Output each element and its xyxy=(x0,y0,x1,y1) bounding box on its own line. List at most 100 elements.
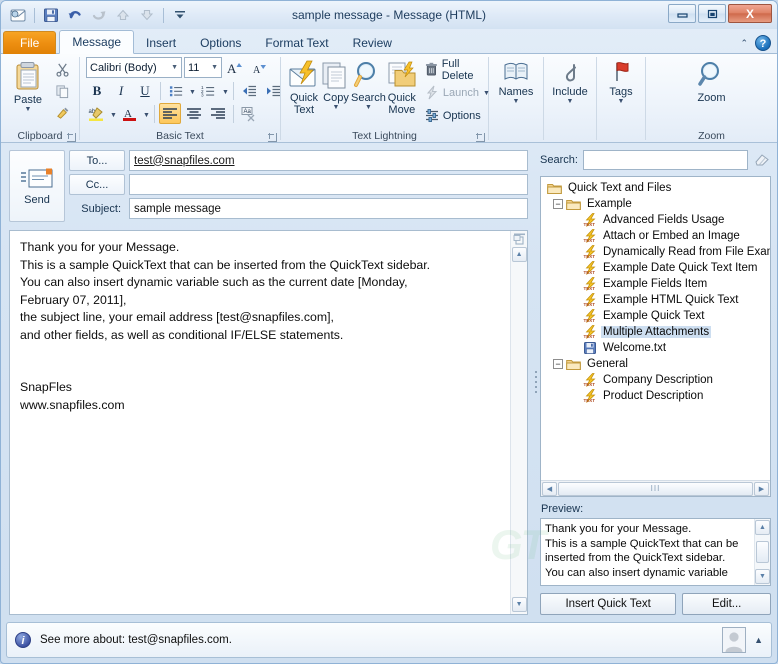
font-name-combo[interactable]: Calibri (Body) ▼ xyxy=(86,57,182,78)
chevron-up-icon[interactable]: ▲ xyxy=(754,635,763,645)
cc-input[interactable] xyxy=(129,174,529,195)
format-painter-button[interactable] xyxy=(51,103,73,124)
italic-button[interactable]: I xyxy=(110,80,132,101)
align-center-button[interactable] xyxy=(183,103,205,124)
help-icon[interactable]: ? xyxy=(755,35,771,51)
message-body-input[interactable]: Thank you for your Message. This is a sa… xyxy=(10,231,510,614)
tree-node-item[interactable]: TEXT Company Description xyxy=(545,372,770,388)
cc-button[interactable]: Cc... xyxy=(69,174,125,195)
names-button[interactable]: Names ▼ xyxy=(493,57,539,105)
tab-options[interactable]: Options xyxy=(188,31,253,54)
underline-button[interactable]: U xyxy=(134,80,156,101)
font-size-dropdown-icon[interactable]: ▼ xyxy=(207,64,218,71)
zoom-button[interactable]: Zoom xyxy=(685,57,739,104)
tree-node-item-selected[interactable]: TEXT Multiple Attachments xyxy=(545,324,770,340)
font-color-dropdown-icon[interactable]: ▼ xyxy=(143,112,150,119)
tree-node-item[interactable]: TEXT Advanced Fields Usage xyxy=(545,212,770,228)
expander-icon[interactable]: − xyxy=(553,199,563,209)
search-input[interactable] xyxy=(582,150,748,170)
bold-button[interactable]: B xyxy=(86,80,108,101)
tab-message[interactable]: Message xyxy=(59,30,135,54)
copy-button[interactable] xyxy=(51,81,73,102)
tree-horizontal-scrollbar[interactable]: ◀ III ▶ xyxy=(541,480,770,496)
bullets-dropdown-icon[interactable]: ▼ xyxy=(189,89,196,96)
tree-node-root[interactable]: Quick Text and Files xyxy=(545,180,770,196)
font-name-dropdown-icon[interactable]: ▼ xyxy=(167,64,178,71)
text-highlight-button[interactable]: ab xyxy=(86,103,108,124)
options-button[interactable]: Options xyxy=(422,105,493,126)
tags-dropdown-icon[interactable]: ▼ xyxy=(618,98,625,105)
expander-icon[interactable]: − xyxy=(553,359,563,369)
launch-button[interactable]: Launch ▼ xyxy=(422,82,493,103)
scroll-left-button[interactable]: ◀ xyxy=(542,481,557,496)
to-button[interactable]: To... xyxy=(69,150,125,171)
basic-text-dialog-launcher[interactable] xyxy=(268,133,277,142)
quicktext-tree[interactable]: snapfiles Quick Text and Files − Examp xyxy=(540,176,771,497)
outlook-icon[interactable] xyxy=(7,5,29,26)
close-button[interactable]: X xyxy=(728,4,772,23)
tree-node-item[interactable]: TEXT Product Description xyxy=(545,388,770,404)
tab-insert[interactable]: Insert xyxy=(134,31,188,54)
maximize-button[interactable] xyxy=(698,4,726,23)
eraser-icon[interactable] xyxy=(753,151,771,170)
paste-dropdown-icon[interactable]: ▼ xyxy=(25,106,32,113)
undo-icon[interactable] xyxy=(64,5,86,26)
tab-review[interactable]: Review xyxy=(341,31,404,54)
search-button[interactable]: Search ▼ xyxy=(351,57,386,111)
clipboard-dialog-launcher[interactable] xyxy=(67,133,76,142)
preview-scrollbar[interactable]: ▲ ▼ xyxy=(754,519,770,585)
preview-scroll-down-button[interactable]: ▼ xyxy=(755,569,770,584)
insert-quick-text-button[interactable]: Insert Quick Text xyxy=(540,593,677,615)
tree-node-item[interactable]: TEXT Example Date Quick Text Item xyxy=(545,260,770,276)
tree-node-item[interactable]: TEXT Attach or Embed an Image xyxy=(545,228,770,244)
tree-node-file[interactable]: Welcome.txt xyxy=(545,340,770,356)
bullets-button[interactable] xyxy=(165,80,187,101)
include-dropdown-icon[interactable]: ▼ xyxy=(567,98,574,105)
paste-button[interactable]: Paste ▼ xyxy=(5,57,51,113)
cut-button[interactable] xyxy=(51,59,73,80)
quick-move-button[interactable]: Quick Move xyxy=(386,57,418,116)
scroll-up-button[interactable]: ▲ xyxy=(511,247,527,262)
font-size-combo[interactable]: 11 ▼ xyxy=(184,57,222,78)
pane-splitter[interactable] xyxy=(532,144,540,619)
highlight-dropdown-icon[interactable]: ▼ xyxy=(110,112,117,119)
scroll-down-button[interactable]: ▼ xyxy=(511,597,527,612)
shrink-font-button[interactable]: A xyxy=(248,57,270,78)
numbering-dropdown-icon[interactable]: ▼ xyxy=(222,89,229,96)
tree-node-item[interactable]: TEXT Dynamically Read from File Exam xyxy=(545,244,770,260)
tags-button[interactable]: Tags ▼ xyxy=(601,57,641,105)
previous-item-icon[interactable] xyxy=(112,5,134,26)
redo-icon[interactable] xyxy=(88,5,110,26)
tree-node-item[interactable]: TEXT Example Fields Item xyxy=(545,276,770,292)
scroll-right-button[interactable]: ▶ xyxy=(754,481,769,496)
full-delete-button[interactable]: Full Delete xyxy=(422,58,493,82)
split-pane-icon[interactable] xyxy=(512,232,527,246)
tree-node-item[interactable]: TEXT Example HTML Quick Text xyxy=(545,292,770,308)
edit-button[interactable]: Edit... xyxy=(682,593,771,615)
tab-file[interactable]: File xyxy=(3,31,57,54)
scroll-thumb[interactable]: III xyxy=(558,481,753,496)
font-color-button[interactable]: A xyxy=(119,103,141,124)
tree-node-general-folder[interactable]: − General xyxy=(545,356,770,372)
preview-scroll-thumb[interactable] xyxy=(756,541,769,563)
customize-qat-icon[interactable] xyxy=(169,5,191,26)
save-icon[interactable] xyxy=(40,5,62,26)
align-right-button[interactable] xyxy=(207,103,229,124)
grow-font-button[interactable]: A xyxy=(224,57,246,78)
collapse-ribbon-icon[interactable]: ⌃ xyxy=(740,38,748,49)
align-left-button[interactable] xyxy=(158,103,181,124)
text-lightning-dialog-launcher[interactable] xyxy=(476,133,485,142)
numbering-button[interactable]: 123 xyxy=(198,80,220,101)
quick-text-button[interactable]: Quick Text xyxy=(287,57,321,116)
body-scrollbar[interactable]: ▲ ▼ xyxy=(510,231,528,614)
copy-dropdown-icon[interactable]: ▼ xyxy=(333,104,340,111)
names-dropdown-icon[interactable]: ▼ xyxy=(513,98,520,105)
preview-scroll-up-button[interactable]: ▲ xyxy=(755,520,770,535)
clear-formatting-button[interactable]: Aa xyxy=(238,103,260,124)
tab-format-text[interactable]: Format Text xyxy=(253,31,340,54)
to-input[interactable]: test@snapfiles.com xyxy=(129,150,529,171)
subject-input[interactable]: sample message xyxy=(129,198,529,219)
search-dropdown-icon[interactable]: ▼ xyxy=(365,104,372,111)
send-button[interactable]: Send xyxy=(9,150,65,222)
next-item-icon[interactable] xyxy=(136,5,158,26)
